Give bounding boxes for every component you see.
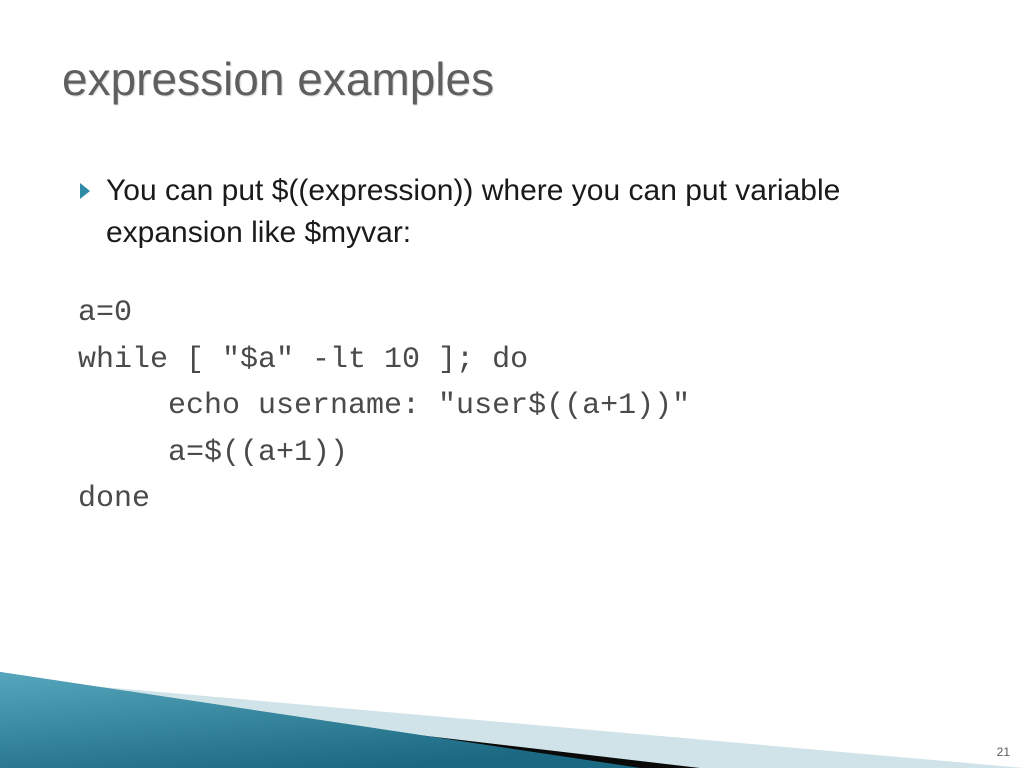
corner-decoration: [0, 608, 1024, 768]
slide: expression examples You can put $((expre…: [0, 0, 1024, 768]
slide-title: expression examples: [62, 52, 494, 106]
code-block: a=0 while [ "$a" -lt 10 ]; do echo usern…: [78, 290, 954, 523]
chevron-right-icon: [78, 182, 92, 200]
bullet-text: You can put $((expression)) where you ca…: [106, 170, 954, 254]
slide-body: You can put $((expression)) where you ca…: [78, 170, 954, 523]
bullet-item: You can put $((expression)) where you ca…: [78, 170, 954, 254]
page-number: 21: [997, 745, 1010, 759]
